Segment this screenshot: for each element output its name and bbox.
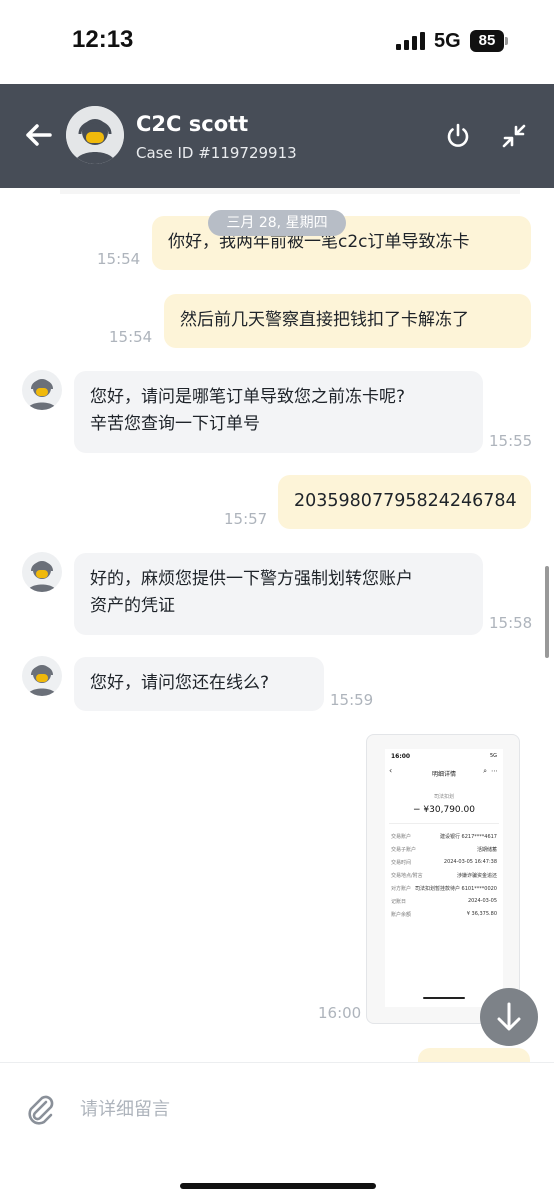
message-text: 资产的凭证: [90, 596, 175, 616]
preview-home-indicator: [423, 997, 465, 999]
incoming-message[interactable]: 您好，请问是哪笔订单导致您之前冻卡呢? 辛苦您查询一下订单号: [74, 371, 483, 453]
message-time: 15:57: [224, 510, 268, 528]
battery-tip: [505, 37, 508, 45]
preview-row: 交易账户 建设银行 6217****4617: [391, 834, 497, 840]
power-icon[interactable]: [444, 122, 472, 150]
agent-avatar: [66, 106, 124, 164]
previous-message-edge: [60, 188, 520, 194]
incoming-message[interactable]: 好的，麻烦您提供一下警方强制划转您账户 资产的凭证: [74, 553, 483, 635]
preview-type: 司法扣划: [433, 794, 454, 800]
message-text: 好的，麻烦您提供一下警方强制划转您账户: [90, 569, 413, 589]
preview-time: 16:00: [391, 753, 411, 760]
message-text: 辛苦您查询一下订单号: [90, 414, 260, 434]
chat-title: C2C scott: [136, 112, 249, 136]
message-time: 15:54: [97, 250, 141, 268]
home-indicator: [180, 1183, 376, 1189]
status-bar: 12:13 5G 85: [0, 0, 554, 84]
preview-row: 交易子账户 活期储蓄: [391, 847, 497, 853]
message-time: 16:00: [318, 1004, 362, 1022]
chat-area[interactable]: 你好，我两年前被一笔c2c订单导致冻卡 15:54 三月 28, 星期四 然后前…: [0, 188, 554, 1062]
outgoing-message[interactable]: 然后前几天警察直接把钱扣了卡解冻了: [164, 294, 531, 348]
preview-network: 5G: [489, 753, 497, 759]
preview-row: 交易地点/附言 涉嫌诈骗资金追还: [391, 873, 497, 879]
agent-avatar: [22, 552, 62, 592]
minimize-icon[interactable]: [500, 122, 528, 150]
outgoing-message[interactable]: 20359807795824246784: [278, 475, 531, 529]
case-id: Case ID #119729913: [136, 144, 297, 162]
scrollbar[interactable]: [545, 566, 549, 658]
preview-search-icon: ⌕: [483, 767, 487, 775]
incoming-message[interactable]: 您好，请问您还在线么?: [74, 657, 324, 711]
preview-row: 对方账户 司法扣划暂挂款待户 6101****0020: [391, 886, 497, 892]
status-time: 12:13: [72, 26, 134, 53]
screenshot-preview: 16:00 5G ‹ 明细详情 ⌕ ⋯ 司法扣划 − ¥30,790.00 交易…: [385, 749, 503, 1007]
message-input[interactable]: [70, 1089, 510, 1129]
attachment-icon[interactable]: [24, 1093, 56, 1127]
message-time: 15:55: [489, 432, 533, 450]
agent-avatar: [22, 370, 62, 410]
message-time: 15:59: [330, 691, 374, 709]
network-label: 5G: [434, 30, 461, 52]
agent-avatar: [22, 656, 62, 696]
message-text: 您好，请问您还在线么?: [90, 673, 270, 693]
order-number: 20359807795824246784: [294, 491, 517, 511]
message-text: 然后前几天警察直接把钱扣了卡解冻了: [180, 310, 469, 330]
preview-row: 账户余额 ¥ 36,375.80: [391, 911, 497, 918]
preview-amount: − ¥30,790.00: [413, 805, 475, 815]
back-arrow-icon[interactable]: [22, 118, 56, 152]
chat-header: C2C scott Case ID #119729913: [0, 84, 554, 188]
preview-divider: [389, 823, 499, 824]
scroll-to-bottom-button[interactable]: [480, 988, 538, 1046]
preview-row: 交易时间 2024-03-05 16:47:38: [391, 859, 497, 866]
message-text: 您好，请问是哪笔订单导致您之前冻卡呢?: [90, 387, 406, 407]
battery-icon: 85: [470, 30, 504, 52]
message-input-bar: [0, 1062, 554, 1200]
date-divider: 三月 28, 星期四: [208, 210, 346, 236]
message-time: 15:58: [489, 614, 533, 632]
message-time: 15:54: [109, 328, 153, 346]
preview-row: 记账日 2024-03-05: [391, 898, 497, 905]
preview-more-icon: ⋯: [491, 767, 498, 775]
signal-icon: [396, 32, 426, 50]
outgoing-message-partial[interactable]: [418, 1048, 530, 1062]
image-attachment[interactable]: 16:00 5G ‹ 明细详情 ⌕ ⋯ 司法扣划 − ¥30,790.00 交易…: [366, 734, 520, 1024]
